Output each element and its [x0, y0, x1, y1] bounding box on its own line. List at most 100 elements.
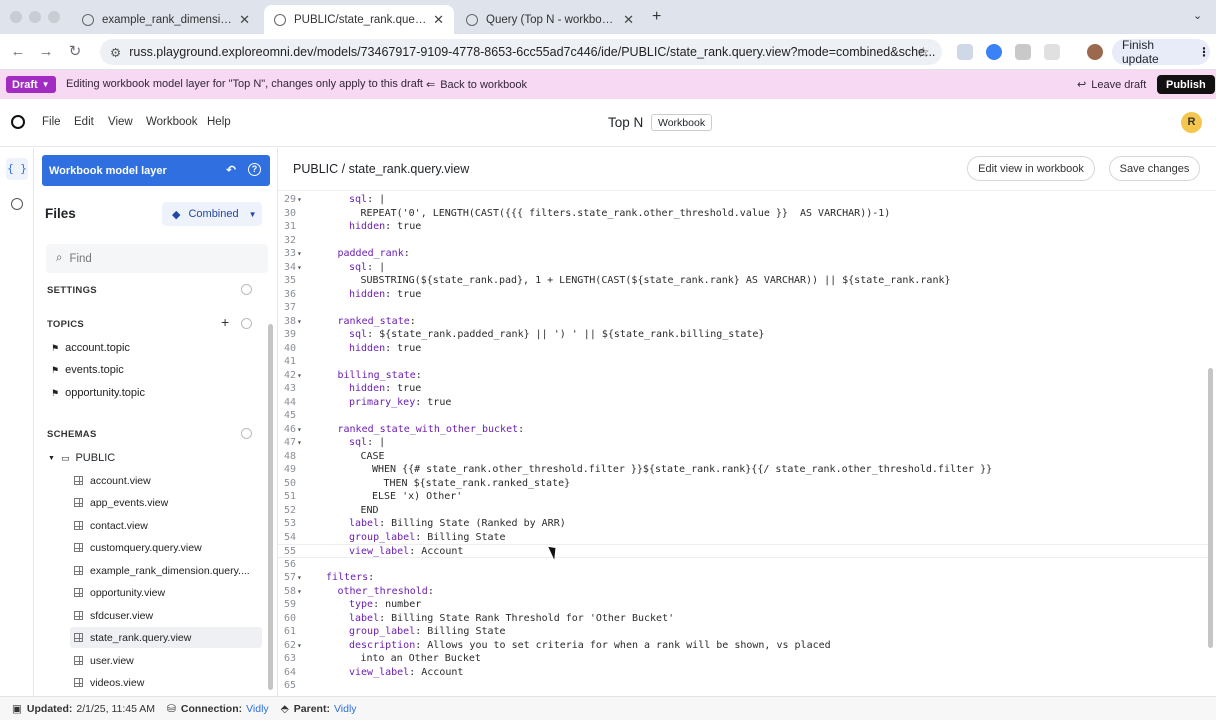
code-line[interactable]: 39 sql: ${state_rank.padded_rank} || ') '…	[278, 328, 1208, 342]
code-line[interactable]: 53 label: Billing State (Ranked by ARR)	[278, 517, 1208, 531]
code-line[interactable]: 30 REPEAT('0', LENGTH(CAST({{{ filters.st…	[278, 207, 1208, 221]
workbook-model-layer-button[interactable]: Workbook model layer ↶ ?	[42, 155, 270, 186]
code-line[interactable]: 51 ELSE 'x) Other'	[278, 490, 1208, 504]
code-line[interactable]: 64 view_label: Account	[278, 666, 1208, 680]
code-line[interactable]: 63 into an Other Bucket	[278, 652, 1208, 666]
view-item[interactable]: opportunity.view	[70, 582, 262, 603]
code-line[interactable]: 52 END	[278, 504, 1208, 518]
fold-chevron-icon[interactable]: ▾	[297, 261, 305, 275]
code-line[interactable]: 44 primary_key: true	[278, 396, 1208, 410]
tab-list-chevron-icon[interactable]: ⌄	[1193, 9, 1202, 22]
view-item[interactable]: account.view	[70, 470, 262, 491]
code-line[interactable]: 48 CASE	[278, 450, 1208, 464]
site-settings-icon[interactable]: ⚙	[110, 45, 121, 60]
avatar[interactable]: R	[1181, 112, 1202, 133]
bookmark-star-icon[interactable]: ☆	[917, 44, 930, 61]
view-item[interactable]: user.view	[70, 650, 262, 671]
profile-avatar[interactable]	[1087, 44, 1103, 60]
code-line[interactable]: 36 hidden: true	[278, 288, 1208, 302]
code-line[interactable]: 50 THEN ${state_rank.ranked_state}	[278, 477, 1208, 491]
code-line[interactable]: 41	[278, 355, 1208, 369]
settings-section-label[interactable]: SETTINGS	[47, 285, 97, 296]
topic-account[interactable]: ⚑ account.topic	[51, 342, 130, 354]
code-line[interactable]: 60 label: Billing State Rank Threshold fo…	[278, 612, 1208, 626]
fold-chevron-icon[interactable]: ▾	[297, 315, 305, 329]
code-line[interactable]: 33 ▾ padded_rank:	[278, 247, 1208, 261]
menu-help[interactable]: Help	[207, 116, 231, 128]
browser-tab-state-rank[interactable]: PUBLIC/state_rank.query.vie ✕	[264, 5, 454, 34]
forward-arrow-icon[interactable]: →	[36, 42, 56, 62]
code-editor[interactable]: 29 ▾ sql: | 30 REPEAT('0', LENGTH(CAST({{{ f…	[278, 190, 1216, 696]
revert-icon[interactable]: ↶	[226, 163, 236, 177]
editor-scrollbar[interactable]	[1208, 368, 1213, 648]
finish-update-button[interactable]: Finish update ⋮	[1112, 38, 1210, 66]
extensions-puzzle-icon[interactable]	[1044, 44, 1060, 60]
find-input[interactable]: ⌕ Find	[46, 244, 268, 273]
extension-icon[interactable]	[957, 44, 973, 60]
fold-chevron-icon[interactable]: ▾	[297, 247, 305, 261]
code-line[interactable]: 54 group_label: Billing State	[278, 531, 1208, 545]
menu-workbook[interactable]: Workbook	[146, 116, 198, 128]
close-icon[interactable]: ✕	[239, 12, 250, 28]
history-clock-icon[interactable]	[11, 198, 23, 210]
code-line[interactable]: 62 ▾ description: Allows you to set criter…	[278, 639, 1208, 653]
back-to-workbook-link[interactable]: ⇐ Back to workbook	[426, 78, 527, 92]
browser-tab-example-rank[interactable]: example_rank_dimension (To ✕	[72, 5, 260, 34]
menu-file[interactable]: File	[42, 116, 61, 128]
code-line[interactable]: 59 type: number	[278, 598, 1208, 612]
mode-select[interactable]: ◆ Combined ▼	[162, 202, 262, 226]
window-zoom-button[interactable]	[48, 11, 60, 23]
code-line[interactable]: 56	[278, 558, 1208, 572]
view-item[interactable]: contact.view	[70, 515, 262, 536]
menu-view[interactable]: View	[108, 116, 133, 128]
reload-icon[interactable]: ↻	[65, 42, 85, 62]
document-title[interactable]: Top N	[608, 115, 643, 130]
view-item[interactable]: customquery.query.view	[70, 537, 262, 558]
code-line[interactable]: 32	[278, 234, 1208, 248]
publish-button[interactable]: Publish	[1157, 75, 1215, 94]
code-line[interactable]: 61 group_label: Billing State	[278, 625, 1208, 639]
code-line[interactable]: 55 view_label: Account	[278, 544, 1208, 558]
edit-view-in-workbook-button[interactable]: Edit view in workbook	[967, 156, 1095, 181]
close-icon[interactable]: ✕	[623, 12, 634, 28]
code-line[interactable]: 46 ▾ ranked_state_with_other_bucket:	[278, 423, 1208, 437]
fold-chevron-icon[interactable]: ▾	[297, 436, 305, 450]
browser-tab-query[interactable]: Query (Top N - workbook) ✕	[456, 5, 644, 34]
code-line[interactable]: 57 ▾ filters:	[278, 571, 1208, 585]
draft-badge[interactable]: Draft ▼	[6, 76, 56, 93]
save-changes-button[interactable]: Save changes	[1109, 156, 1200, 181]
menu-edit[interactable]: Edit	[74, 116, 94, 128]
code-line[interactable]: 58 ▾ other_threshold:	[278, 585, 1208, 599]
view-item[interactable]: example_rank_dimension.query....	[70, 560, 262, 581]
code-line[interactable]: 47 ▾ sql: |	[278, 436, 1208, 450]
parent-link[interactable]: Vidly	[334, 703, 357, 715]
fold-chevron-icon[interactable]: ▾	[297, 585, 305, 599]
code-line[interactable]: 40 hidden: true	[278, 342, 1208, 356]
url-field[interactable]: ⚙ russ.playground.exploreomni.dev/models…	[100, 39, 942, 65]
window-close-button[interactable]	[10, 11, 22, 23]
extension-icon[interactable]	[1015, 44, 1031, 60]
back-arrow-icon[interactable]: ←	[8, 42, 28, 62]
schema-public[interactable]: ▼ ▭ PUBLIC	[48, 452, 115, 464]
code-line[interactable]: 35 SUBSTRING(${state_rank.pad}, 1 + LENGT…	[278, 274, 1208, 288]
view-item[interactable]: videos.view	[70, 672, 262, 693]
view-item[interactable]: app_events.view	[70, 492, 262, 513]
code-line[interactable]: 29 ▾ sql: |	[278, 193, 1208, 207]
leave-draft-link[interactable]: ↩ Leave draft	[1077, 78, 1146, 92]
view-item-selected[interactable]: state_rank.query.view	[70, 627, 262, 648]
code-line[interactable]: 43 hidden: true	[278, 382, 1208, 396]
code-line[interactable]: 37	[278, 301, 1208, 315]
code-line[interactable]: 65	[278, 679, 1208, 693]
topic-events[interactable]: ⚑ events.topic	[51, 364, 124, 376]
fold-chevron-icon[interactable]: ▾	[297, 369, 305, 383]
sidebar-scrollbar[interactable]	[268, 324, 273, 690]
add-topic-icon[interactable]: +	[221, 314, 229, 330]
window-minimize-button[interactable]	[29, 11, 41, 23]
code-line[interactable]: 31 hidden: true	[278, 220, 1208, 234]
connection-link[interactable]: Vidly	[246, 703, 269, 715]
code-line[interactable]: 49 WHEN {{# state_rank.other_threshold.fi…	[278, 463, 1208, 477]
help-icon[interactable]: ?	[248, 163, 261, 176]
close-icon[interactable]: ✕	[433, 12, 444, 28]
topic-opportunity[interactable]: ⚑ opportunity.topic	[51, 387, 145, 399]
info-icon[interactable]	[241, 318, 252, 329]
